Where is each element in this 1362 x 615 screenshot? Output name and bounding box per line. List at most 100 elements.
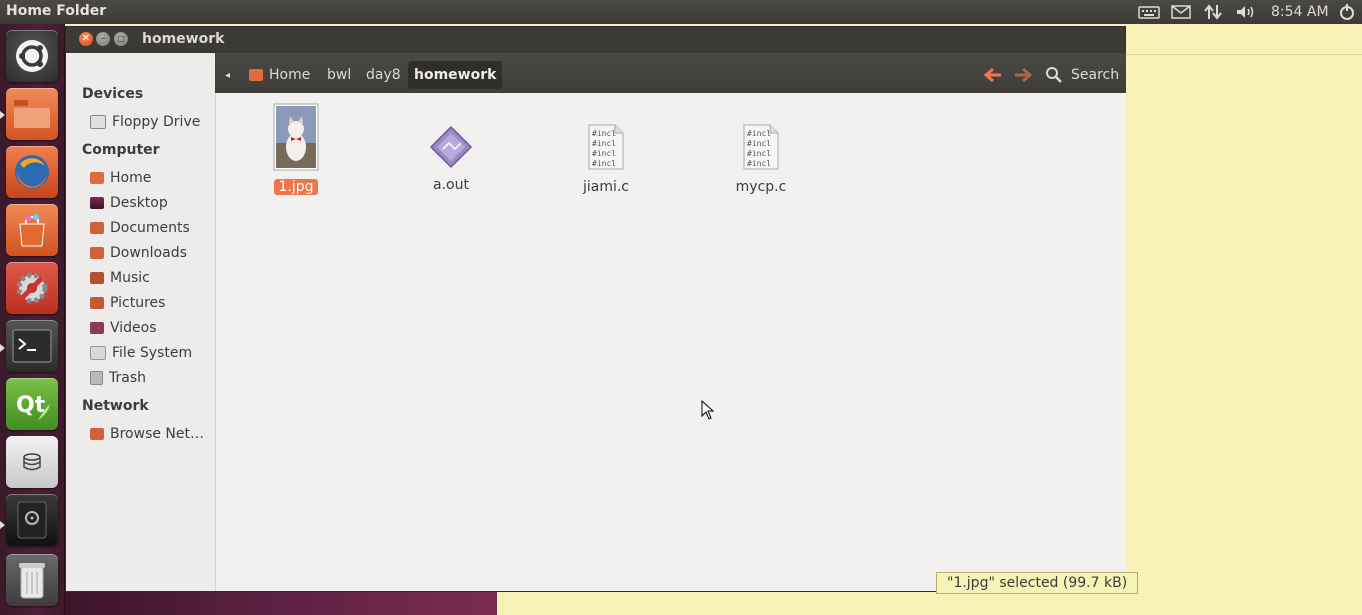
- source-thumb-line: #incl: [592, 129, 616, 138]
- forward-arrow-icon[interactable]: [1013, 61, 1033, 89]
- sidebar-item-browse-network[interactable]: Browse Net…: [90, 424, 204, 444]
- floppy-icon: [90, 115, 106, 129]
- downloads-folder-icon: [90, 247, 104, 259]
- sidebar-item-label: Downloads: [110, 245, 187, 261]
- launcher: Qt: [0, 24, 65, 615]
- file-name: mycp.c: [735, 179, 787, 195]
- source-thumb-line: #incl: [747, 139, 771, 148]
- sidebar-item-label: Pictures: [110, 295, 166, 311]
- sidebar-item-music[interactable]: Music: [90, 268, 150, 288]
- window-title: homework: [142, 31, 225, 47]
- back-arrow-icon[interactable]: [983, 61, 1003, 89]
- source-thumb-line: #incl: [747, 159, 771, 168]
- source-thumb-line: #incl: [747, 149, 771, 158]
- sidebar-item-floppy-drive[interactable]: Floppy Drive: [90, 112, 200, 132]
- maximize-button[interactable]: □: [114, 32, 128, 46]
- breadcrumb-home[interactable]: Home: [249, 61, 310, 89]
- file-item-mycp-c[interactable]: #incl #incl #incl #incl mycp.c: [711, 123, 811, 195]
- system-settings-icon[interactable]: [6, 262, 58, 314]
- sidebar-header-devices: Devices: [82, 86, 144, 102]
- disk-icon[interactable]: [6, 436, 58, 488]
- breadcrumb-label: Home: [269, 67, 311, 83]
- top-panel: Home Folder 8:54 AM: [0, 0, 1362, 24]
- c-source-file-icon: #incl #incl #incl #incl: [588, 124, 624, 170]
- power-icon[interactable]: [1336, 2, 1358, 22]
- desktop-background-bottom: [497, 592, 1362, 615]
- music-folder-icon: [90, 272, 104, 284]
- breadcrumb-day8[interactable]: day8: [366, 61, 401, 89]
- file-view[interactable]: 1.jpg a.out #incl #incl #incl #incl jiam…: [216, 93, 1126, 591]
- search-icon: [1046, 67, 1062, 83]
- sidebar-item-label: Videos: [110, 320, 157, 336]
- sidebar-item-label: Floppy Drive: [112, 114, 201, 130]
- image-thumbnail-icon: [273, 103, 319, 171]
- file-item-jiami-c[interactable]: #incl #incl #incl #incl jiami.c: [556, 123, 656, 195]
- sidebar-item-label: Desktop: [110, 195, 168, 211]
- documents-folder-icon: [90, 222, 104, 234]
- running-indicator: [0, 111, 5, 119]
- file-item-1-jpg[interactable]: 1.jpg: [246, 103, 346, 195]
- clock[interactable]: 8:54 AM: [1271, 4, 1329, 20]
- sidebar-item-label: Home: [110, 170, 152, 186]
- trash-icon[interactable]: [6, 554, 58, 606]
- sidebar-header-network: Network: [82, 398, 149, 414]
- qt-creator-icon[interactable]: Qt: [6, 378, 58, 430]
- volume-icon[interactable]: [1234, 2, 1258, 22]
- breadcrumb-scroll-left-icon[interactable]: ◂: [225, 61, 230, 89]
- toolbar: ◂ Home bwl day8 homework Search: [215, 53, 1126, 93]
- svg-text:Qt: Qt: [16, 393, 46, 418]
- home-folder-icon: [90, 172, 104, 184]
- file-name: jiami.c: [582, 179, 630, 195]
- safe-icon[interactable]: [6, 494, 58, 546]
- sidebar-item-file-system[interactable]: File System: [90, 343, 192, 363]
- sidebar-item-documents[interactable]: Documents: [90, 218, 190, 238]
- search-button[interactable]: Search: [1045, 61, 1119, 89]
- sidebar-item-label: Trash: [109, 370, 146, 386]
- sidebar-item-label: Documents: [110, 220, 190, 236]
- c-source-file-icon: #incl #incl #incl #incl: [743, 124, 779, 170]
- source-thumb-line: #incl: [592, 159, 616, 168]
- pictures-folder-icon: [90, 297, 104, 309]
- source-thumb-line: #incl: [747, 129, 771, 138]
- ubuntu-dash-icon[interactable]: [6, 30, 58, 82]
- sidebar-item-label: File System: [112, 345, 193, 361]
- sidebar-header-computer: Computer: [82, 142, 160, 158]
- sidebar-item-label: Music: [110, 270, 150, 286]
- file-name: 1.jpg: [274, 179, 318, 195]
- desktop-wallpaper-strip: [64, 592, 497, 615]
- sidebar-item-downloads[interactable]: Downloads: [90, 243, 187, 263]
- network-folder-icon: [90, 428, 104, 440]
- breadcrumb-bwl[interactable]: bwl: [327, 61, 351, 89]
- sidebar-item-desktop[interactable]: Desktop: [90, 193, 168, 213]
- sidebar-item-home[interactable]: Home: [90, 168, 151, 188]
- videos-folder-icon: [90, 322, 104, 334]
- executable-icon: [429, 125, 473, 169]
- source-thumb-line: #incl: [592, 149, 616, 158]
- drive-icon: [90, 346, 106, 360]
- status-bar: "1.jpg" selected (99.7 kB): [936, 572, 1139, 594]
- keyboard-icon[interactable]: [1137, 2, 1161, 22]
- sidebar-item-trash[interactable]: Trash: [90, 368, 146, 388]
- sidebar-item-label: Browse Net…: [110, 426, 205, 442]
- desktop-background: [1126, 24, 1362, 55]
- trash-icon: [90, 371, 103, 385]
- sidebar: Devices Floppy Drive Computer Home Deskt…: [66, 53, 216, 591]
- close-button[interactable]: ✕: [79, 32, 93, 46]
- files-icon[interactable]: [6, 88, 58, 140]
- running-indicator: [0, 521, 5, 529]
- breadcrumb-homework[interactable]: homework: [408, 61, 503, 89]
- sidebar-item-videos[interactable]: Videos: [90, 318, 157, 338]
- terminal-icon[interactable]: [6, 320, 58, 372]
- running-indicator: [0, 344, 5, 352]
- home-folder-icon: [249, 69, 263, 81]
- desktop-icon: [90, 197, 104, 209]
- sidebar-item-pictures[interactable]: Pictures: [90, 293, 165, 313]
- file-item-a-out[interactable]: a.out: [401, 125, 501, 193]
- window-titlebar[interactable]: ✕ – □ homework: [66, 27, 1125, 53]
- firefox-icon[interactable]: [6, 146, 58, 198]
- network-icon[interactable]: [1202, 2, 1224, 22]
- software-center-icon[interactable]: [6, 204, 58, 256]
- minimize-button[interactable]: –: [96, 32, 110, 46]
- file-name: a.out: [433, 177, 469, 193]
- mail-icon[interactable]: [1170, 2, 1192, 22]
